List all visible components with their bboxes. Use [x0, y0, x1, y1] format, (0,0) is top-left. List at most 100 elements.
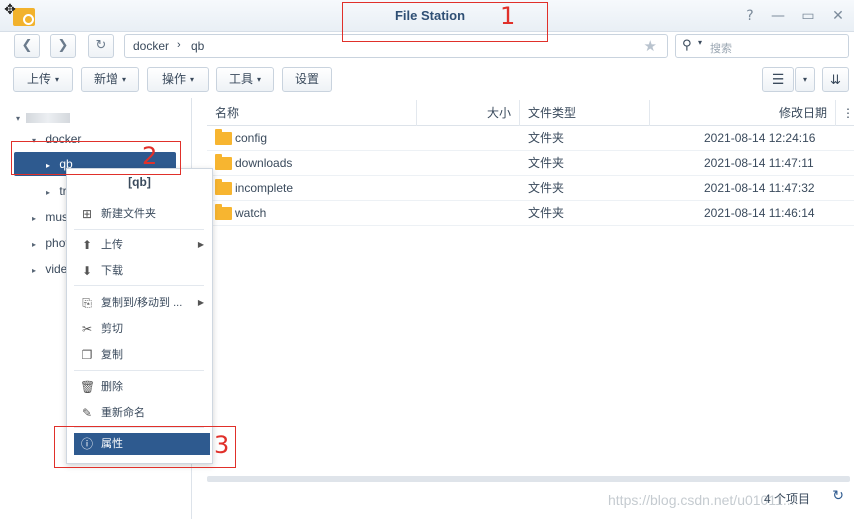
column-header-type[interactable]: 文件类型 [520, 100, 650, 126]
maximize-icon[interactable]: ▭ [799, 7, 817, 25]
minimize-icon[interactable]: — [769, 7, 787, 25]
table-row[interactable]: watch 文件夹 2021-08-14 11:46:14 [207, 201, 854, 226]
breadcrumb-docker[interactable]: docker [133, 39, 169, 53]
annotation-box-3 [54, 426, 236, 468]
expand-arrow-icon[interactable]: ▸ [46, 181, 56, 205]
file-modified: 2021-08-14 11:47:32 [704, 181, 815, 195]
menu-divider [74, 285, 204, 286]
search-options-caret-icon[interactable]: ▾ [698, 38, 702, 47]
sort-icon: ⇊ [830, 72, 841, 87]
trash-icon: 🗑 [80, 380, 96, 394]
table-row[interactable]: incomplete 文件夹 2021-08-14 11:47:32 [207, 176, 854, 201]
help-icon[interactable]: ? [741, 7, 759, 25]
expand-arrow-icon[interactable]: ▸ [32, 259, 42, 283]
blurred-volume-name [26, 112, 70, 123]
folder-icon [215, 154, 232, 170]
search-input[interactable]: 搜索 [710, 40, 732, 56]
rename-icon: ✎ [81, 406, 93, 420]
table-row[interactable]: downloads 文件夹 2021-08-14 11:47:11 [207, 151, 854, 176]
view-mode-button[interactable]: ☰ [762, 67, 794, 92]
table-row[interactable]: config 文件夹 2021-08-14 12:24:16 [207, 126, 854, 151]
chevron-right-icon: ❯ [57, 38, 69, 53]
column-header-name[interactable]: 名称 [207, 100, 417, 126]
tools-button[interactable]: 工具 ▾ [216, 67, 274, 92]
file-type: 文件夹 [528, 131, 565, 145]
tree-node-tr[interactable]: ▸ tr [46, 179, 67, 203]
file-name: downloads [235, 156, 293, 170]
refresh-button[interactable]: ↻ [88, 34, 114, 58]
tree-node-label: vide [45, 262, 68, 276]
expand-arrow-icon[interactable]: ▾ [16, 107, 26, 131]
column-options-icon[interactable]: ⋮ [836, 100, 854, 126]
forward-button[interactable]: ❯ [50, 34, 76, 58]
settings-label: 设置 [294, 72, 319, 86]
search-icon[interactable]: ⚲ [682, 38, 692, 53]
copy-move-icon: ⎘ [82, 296, 92, 310]
menu-item-delete[interactable]: 🗑 删除 [74, 376, 208, 398]
favorite-star-icon[interactable]: ★ [644, 37, 657, 55]
chevron-down-icon: ▾ [802, 75, 807, 84]
menu-item-cut[interactable]: ✂ 剪切 [74, 318, 208, 340]
create-label: 新增 [93, 72, 118, 86]
refresh-icon: ↻ [95, 38, 107, 53]
submenu-arrow-icon: ▶ [197, 298, 204, 307]
action-label: 操作 [161, 72, 186, 86]
close-icon[interactable]: ✕ [829, 7, 847, 25]
download-icon: ⬇ [81, 264, 93, 278]
search-box[interactable]: ⚲ ▾ 搜索 [675, 34, 849, 58]
tree-node-label: mus [45, 210, 69, 224]
scissors-icon: ✂ [81, 322, 93, 336]
file-name: watch [235, 206, 267, 220]
menu-item-label: 下载 [101, 265, 123, 277]
menu-item-copy-move[interactable]: ⎘ 复制到/移动到 ... ▶ [74, 292, 208, 314]
breadcrumb-qb[interactable]: qb [191, 39, 204, 53]
watermark: https://blog.csdn.net/u01011... [608, 492, 795, 508]
column-header-modified[interactable]: 修改日期 [650, 100, 836, 126]
horizontal-scrollbar[interactable] [207, 476, 850, 482]
folder-icon [215, 179, 232, 195]
menu-item-label: 重新命名 [101, 407, 145, 419]
annotation-number-2: 2 [142, 142, 158, 170]
file-list-header: 名称 大小 文件类型 修改日期 ⋮ [207, 100, 854, 126]
menu-item-download[interactable]: ⬇ 下载 [74, 260, 208, 282]
tree-node-photo[interactable]: ▸ phot [32, 231, 69, 255]
action-button[interactable]: 操作 ▾ [147, 67, 209, 92]
upload-icon: ⬆ [81, 238, 93, 252]
upload-button[interactable]: 上传 ▾ [13, 67, 73, 92]
settings-button[interactable]: 设置 [282, 67, 332, 92]
file-name: incomplete [235, 181, 294, 195]
back-button[interactable]: ❮ [14, 34, 40, 58]
menu-item-upload[interactable]: ⬆ 上传 ▶ [74, 234, 208, 256]
annotation-number-1: 1 [500, 2, 516, 30]
tree-node-root[interactable]: ▾ [16, 105, 70, 129]
submenu-arrow-icon: ▶ [197, 240, 204, 249]
column-header-size[interactable]: 大小 [417, 100, 520, 126]
file-modified: 2021-08-14 11:46:14 [704, 206, 815, 220]
chevron-left-icon: ❮ [21, 38, 33, 53]
file-name: config [235, 131, 268, 145]
menu-item-rename[interactable]: ✎ 重新命名 [74, 402, 208, 424]
menu-item-label: 上传 [101, 239, 123, 251]
menu-item-new-folder[interactable]: ⊞ 新建文件夹 [74, 203, 208, 225]
tree-node-music[interactable]: ▸ mus [32, 205, 68, 229]
menu-item-copy[interactable]: ❐ 复制 [74, 344, 208, 366]
menu-item-label: 复制到/移动到 ... [101, 297, 183, 309]
expand-arrow-icon[interactable]: ▸ [32, 233, 42, 257]
menu-item-label: 复制 [101, 349, 123, 361]
refresh-icon[interactable]: ↻ [832, 488, 844, 504]
chevron-down-icon: ▾ [55, 75, 60, 84]
context-menu-title: [qb] [128, 175, 151, 189]
file-type: 文件夹 [528, 156, 565, 170]
tools-label: 工具 [228, 72, 253, 86]
expand-arrow-icon[interactable]: ▸ [32, 207, 42, 231]
list-view-icon: ☰ [771, 71, 785, 87]
tree-node-video[interactable]: ▸ vide [32, 257, 67, 281]
sort-button[interactable]: ⇊ [822, 67, 849, 92]
annotation-number-3: 3 [214, 431, 230, 459]
new-folder-icon: ⊞ [81, 207, 93, 221]
menu-item-label: 新建文件夹 [101, 208, 156, 220]
breadcrumb-separator: › [177, 39, 181, 51]
view-mode-dropdown[interactable]: ▾ [795, 67, 815, 92]
create-button[interactable]: 新增 ▾ [81, 67, 139, 92]
chevron-down-icon: ▾ [257, 75, 262, 84]
